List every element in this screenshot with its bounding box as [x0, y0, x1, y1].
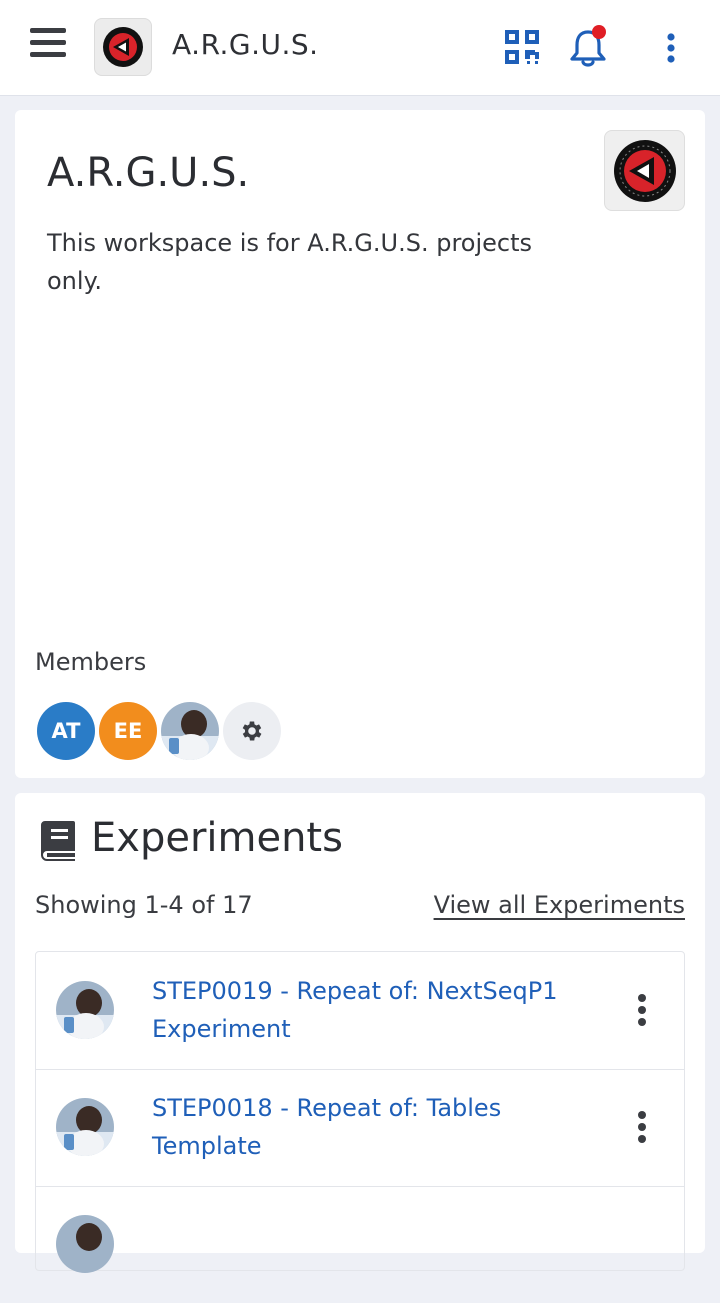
showing-count: Showing 1-4 of 17 — [35, 891, 253, 919]
notifications-bell-icon[interactable] — [568, 24, 610, 70]
members-label: Members — [35, 648, 147, 676]
owner-avatar-photo — [56, 981, 114, 1039]
experiments-list: STEP0019 - Repeat of: NextSeqP1 Experime… — [35, 951, 685, 1273]
workspace-title: A.R.G.U.S. — [47, 150, 250, 196]
notification-dot — [592, 25, 606, 39]
list-item[interactable]: STEP0018 - Repeat of: Tables Template — [36, 1069, 684, 1187]
workspace-description: This workspace is for A.R.G.U.S. project… — [47, 229, 533, 295]
book-icon — [39, 819, 79, 863]
top-app-bar: A.R.G.U.S. — [0, 0, 720, 96]
argus-logo-icon — [613, 139, 676, 202]
workspace-logo-button[interactable] — [94, 18, 152, 76]
experiments-title: Experiments — [91, 815, 343, 861]
list-item[interactable] — [36, 1186, 684, 1303]
list-item[interactable]: STEP0019 - Repeat of: NextSeqP1 Experime… — [36, 952, 684, 1070]
argus-logo-icon — [103, 27, 143, 67]
workspace-logo — [604, 130, 685, 211]
owner-avatar-photo — [56, 1098, 114, 1156]
more-vertical-icon[interactable] — [632, 1109, 652, 1145]
view-all-experiments-link[interactable]: View all Experiments — [434, 891, 685, 919]
qr-code-icon[interactable] — [503, 28, 541, 66]
member-avatar[interactable]: AT — [37, 702, 95, 760]
experiment-title-link[interactable]: STEP0019 - Repeat of: NextSeqP1 Experime… — [152, 972, 592, 1048]
more-vertical-icon[interactable] — [632, 992, 652, 1028]
experiment-title-link[interactable]: STEP0018 - Repeat of: Tables Template — [152, 1089, 592, 1165]
member-avatar[interactable]: EE — [99, 702, 157, 760]
app-title: A.R.G.U.S. — [172, 28, 319, 61]
member-avatar-photo[interactable] — [161, 702, 219, 760]
hamburger-menu-icon[interactable] — [30, 28, 66, 58]
experiments-card: Experiments Showing 1-4 of 17 View all E… — [15, 793, 705, 1273]
owner-avatar-photo — [56, 1215, 114, 1273]
more-vertical-icon[interactable] — [656, 30, 686, 66]
members-settings-gear-icon[interactable] — [223, 702, 281, 760]
workspace-card: A.R.G.U.S. This workspace is for A.R.G.U… — [15, 110, 705, 778]
